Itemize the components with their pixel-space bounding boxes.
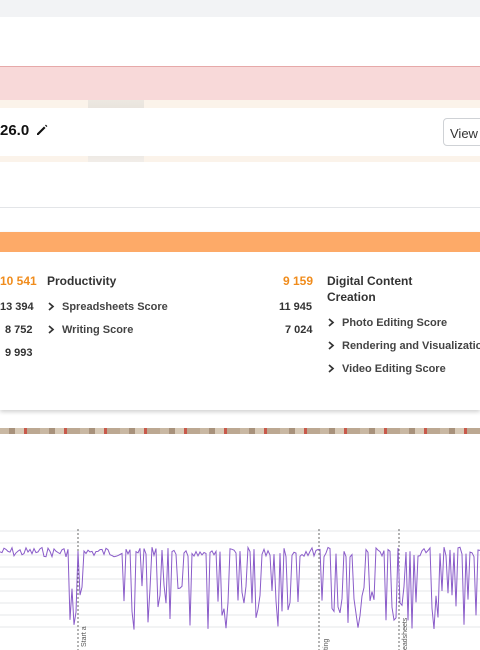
- score-card-header: [0, 232, 480, 252]
- chart-marker-label-1: Start a: [81, 626, 88, 647]
- pencil-icon[interactable]: [35, 123, 49, 137]
- divider: [0, 207, 480, 208]
- chevron-right-icon[interactable]: [47, 302, 55, 311]
- chart-marker-label-3: eadsheets: [402, 617, 409, 650]
- top-bar: [0, 0, 480, 17]
- background-image-strip: [0, 428, 480, 434]
- view-result-button[interactable]: View r: [443, 118, 480, 146]
- essentials-item-2-value: 8 752: [5, 324, 33, 336]
- chevron-right-icon[interactable]: [327, 341, 335, 350]
- digital-content-label-2: Creation: [327, 290, 376, 304]
- alert-banner: [0, 66, 480, 101]
- rendering-visualization-score-link[interactable]: Rendering and Visualization S: [342, 340, 480, 352]
- writing-score-value: 7 024: [285, 324, 313, 336]
- productivity-score: 9 159: [283, 274, 314, 288]
- chevron-right-icon[interactable]: [327, 318, 335, 327]
- photo-editing-score-link[interactable]: Photo Editing Score: [342, 317, 447, 329]
- spreadsheets-score-link[interactable]: Spreadsheets Score: [62, 301, 168, 313]
- chart-series-line: [0, 545, 480, 630]
- digital-content-label-1: Digital Content: [327, 274, 413, 288]
- video-editing-score-link[interactable]: Video Editing Score: [342, 363, 446, 375]
- chart-marker-label-2: ting: [323, 639, 330, 650]
- result-title: 26.0: [0, 122, 30, 139]
- essentials-item-3-value: 9 993: [5, 347, 33, 359]
- productivity-label: Productivity: [47, 274, 117, 288]
- writing-score-link[interactable]: Writing Score: [62, 324, 133, 336]
- spreadsheets-score-value: 11 945: [279, 301, 313, 313]
- monitoring-chart: Start a ting eadsheets: [0, 529, 480, 650]
- essentials-item-1-value: 13 394: [0, 301, 34, 313]
- essentials-score: 10 541: [0, 274, 37, 288]
- result-header: [0, 108, 480, 156]
- chevron-right-icon[interactable]: [47, 325, 55, 334]
- chevron-right-icon[interactable]: [327, 364, 335, 373]
